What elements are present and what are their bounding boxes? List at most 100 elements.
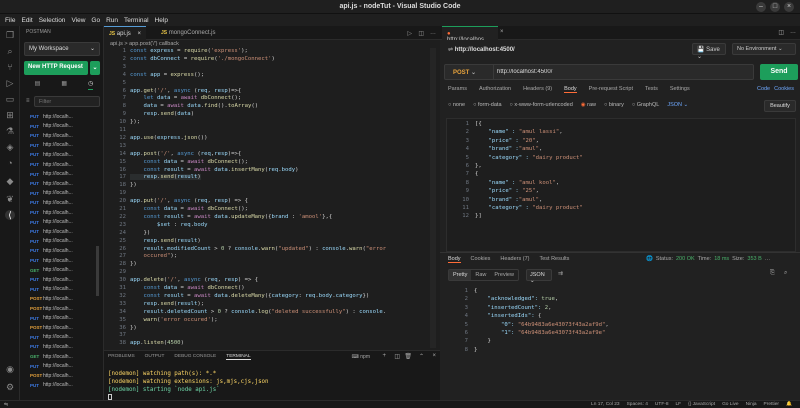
menu-item-view[interactable]: View xyxy=(71,17,85,24)
close-panel-icon[interactable]: × xyxy=(432,353,436,359)
list-item[interactable]: PUT http://localh... xyxy=(30,381,73,390)
breadcrumb[interactable]: api.js > app.post('/') callback xyxy=(110,41,179,47)
testing-icon[interactable]: ⚗ xyxy=(5,126,15,136)
account-icon[interactable]: ◉ xyxy=(5,364,15,374)
minimap[interactable] xyxy=(430,48,436,348)
new-http-request-button[interactable]: New HTTP Request xyxy=(24,61,88,75)
indentation[interactable]: Spaces: 4 xyxy=(627,402,648,407)
code-line[interactable]: const data = await dbConnect() xyxy=(130,285,244,291)
search-icon[interactable]: ⌕ xyxy=(784,270,787,277)
cursor-position[interactable]: Ln 17, Col 23 xyxy=(591,402,620,407)
code-line[interactable]: resp.send(result) xyxy=(130,238,200,244)
code-line[interactable]: const app = express(); xyxy=(130,72,204,78)
beautify-button[interactable]: Beautify xyxy=(764,100,796,112)
list-item[interactable]: GET http://localh... xyxy=(30,352,73,361)
code-line[interactable]: const result = await data.deleteMany({ca… xyxy=(130,293,369,299)
list-item[interactable]: PUT http://localh... xyxy=(30,218,73,227)
list-item[interactable]: POST http://localh... xyxy=(30,323,73,332)
line-ending[interactable]: LF xyxy=(676,402,682,407)
tab-terminal[interactable]: TERMINAL xyxy=(226,354,251,360)
kill-terminal-icon[interactable]: 🗑 xyxy=(404,353,412,360)
add-terminal-icon[interactable]: + xyxy=(382,353,386,359)
save-button[interactable]: 💾 Save ⌄ xyxy=(692,43,726,60)
tab-mongoconnect-js[interactable]: JS mongoConnect.js xyxy=(156,26,221,40)
more-actions-icon[interactable]: … xyxy=(430,30,436,36)
code-line[interactable]: const express = require('express'); xyxy=(130,48,248,54)
tab-response-body[interactable]: Body xyxy=(448,256,461,263)
source-control-icon[interactable]: ⑂ xyxy=(5,62,15,72)
list-item[interactable]: PUT http://localh... xyxy=(30,179,73,188)
list-item[interactable]: PUT http://localh... xyxy=(30,189,73,198)
wrap-lines-icon[interactable]: ⇉ xyxy=(558,270,563,277)
format-select[interactable]: JSON ⌄ xyxy=(667,102,688,108)
code-line[interactable]: }) xyxy=(130,230,150,236)
scrollbar[interactable] xyxy=(96,246,99,296)
list-item[interactable]: PUT http://localh... xyxy=(30,227,73,236)
copy-icon[interactable]: ⎘ xyxy=(770,270,775,277)
list-item[interactable]: PUT http://localh... xyxy=(30,237,73,246)
list-item[interactable]: PUT http://localh... xyxy=(30,131,73,140)
prettier-status[interactable]: Prettier xyxy=(764,402,779,407)
ninja-status[interactable]: Ninja xyxy=(746,402,757,407)
settings-gear-icon[interactable]: ⚙ xyxy=(5,382,15,392)
code-line[interactable]: }) xyxy=(130,261,137,267)
list-item[interactable]: PUT http://localh... xyxy=(30,112,73,121)
code-line[interactable]: resp.send(data) xyxy=(130,111,194,117)
list-item[interactable]: PUT http://localh... xyxy=(30,256,73,265)
code-line[interactable]: }) xyxy=(130,182,137,188)
tab-output[interactable]: OUTPUT xyxy=(145,354,165,360)
go-live-button[interactable]: Go Live xyxy=(722,402,739,407)
menu-item-file[interactable]: File xyxy=(5,17,15,24)
cookies-link[interactable]: Cookies xyxy=(774,86,794,92)
list-item[interactable]: PUT http://localh... xyxy=(30,122,73,131)
list-item[interactable]: PUT http://localh... xyxy=(30,208,73,217)
code-line[interactable]: app.use(express.json()) xyxy=(130,135,208,141)
code-line[interactable]: resp.send(result); xyxy=(130,301,204,307)
tab-authorization[interactable]: Authorization xyxy=(479,86,511,93)
list-item[interactable]: PUT http://localh... xyxy=(30,150,73,159)
code-line[interactable]: result.modifiedCount > 0 ? console.warn(… xyxy=(130,246,386,252)
list-item[interactable]: PUT http://localh... xyxy=(30,362,73,371)
view-pretty[interactable]: Pretty xyxy=(449,270,472,280)
list-item[interactable]: GET http://localh... xyxy=(30,266,73,275)
tab-debug-console[interactable]: DEBUG CONSOLE xyxy=(174,354,216,360)
close-icon[interactable]: × xyxy=(784,2,794,12)
list-item[interactable]: PUT http://localh... xyxy=(30,333,73,342)
method-select[interactable]: POST ⌄ xyxy=(453,69,476,76)
code-line[interactable]: }) xyxy=(130,325,137,331)
code-line[interactable]: result.deletedCount > 0 ? console.log("d… xyxy=(130,309,386,315)
tab-response-headers[interactable]: Headers (7) xyxy=(500,256,529,263)
code-line[interactable]: occured"); xyxy=(130,253,177,259)
body-type-urlencoded[interactable]: ○ x-www-form-urlencoded xyxy=(510,102,573,108)
tab-response-cookies[interactable]: Cookies xyxy=(471,256,491,263)
code-line[interactable]: warn('error occured'); xyxy=(130,317,217,323)
body-type-form-data[interactable]: ○ form-data xyxy=(473,102,501,108)
new-request-dropdown-icon[interactable]: ⌄ xyxy=(90,61,100,75)
body-type-raw[interactable]: ◉ raw xyxy=(581,102,596,108)
encoding[interactable]: UTF-8 xyxy=(655,402,669,407)
code-line[interactable]: const data = await dbConnect(); xyxy=(130,206,247,212)
run-debug-icon[interactable]: ▷ xyxy=(5,78,15,88)
explorer-icon[interactable]: ❐ xyxy=(5,30,15,40)
list-item[interactable]: PUT http://localh... xyxy=(30,246,73,255)
workspace-select[interactable]: My Workspace ⌄ xyxy=(24,42,100,56)
list-item[interactable]: PUT http://localh... xyxy=(30,342,73,351)
environment-select[interactable]: No Environment ⌄ xyxy=(732,43,796,55)
view-raw[interactable]: Raw xyxy=(471,270,490,280)
tab-headers[interactable]: Headers (9) xyxy=(523,86,552,93)
code-line[interactable]: app.delete('/', async (req, resp) => { xyxy=(130,277,258,283)
tab-settings[interactable]: Settings xyxy=(670,86,690,93)
docker-icon[interactable]: ◆ xyxy=(5,176,15,186)
list-item[interactable]: PUT http://localh... xyxy=(30,285,73,294)
menu-item-edit[interactable]: Edit xyxy=(21,17,32,24)
tab-tests[interactable]: Tests xyxy=(645,86,658,93)
code-line[interactable]: const dbConnect = require('./mongoConnec… xyxy=(130,56,275,62)
language-mode[interactable]: {} JavaScript xyxy=(688,402,715,407)
list-item[interactable]: PUT http://localh... xyxy=(30,160,73,169)
request-name[interactable]: ⇌ http://localhost:4500/ xyxy=(448,46,515,53)
close-tab-icon[interactable]: × xyxy=(137,31,141,37)
postman-icon[interactable]: ⟨ xyxy=(5,210,15,220)
collections-icon[interactable]: ▤ xyxy=(35,80,41,90)
code-line[interactable]: app.put('/', async (req, resp) => { xyxy=(130,198,248,204)
code-line[interactable]: $set : req.body xyxy=(130,222,208,228)
